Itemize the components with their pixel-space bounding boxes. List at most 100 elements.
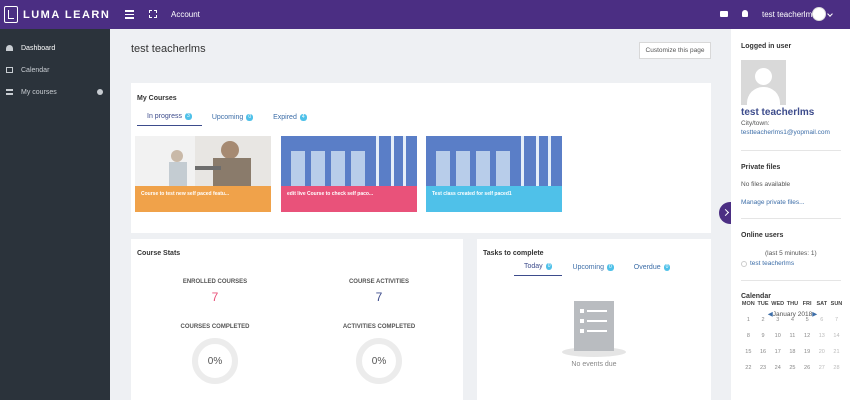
- fullscreen-icon[interactable]: [149, 10, 157, 18]
- calendar-day[interactable]: 24: [770, 365, 785, 371]
- calendar-day[interactable]: 13: [814, 333, 829, 339]
- calendar-day[interactable]: 20: [814, 349, 829, 355]
- online-users-title: Online users: [741, 232, 784, 239]
- calendar-day[interactable]: 17: [770, 349, 785, 355]
- enrolled-courses-label: ENROLLED COURSES: [182, 279, 248, 285]
- expand-arrow-icon[interactable]: [97, 89, 103, 95]
- calendar-day[interactable]: 21: [829, 349, 844, 355]
- course-card[interactable]: Course to test new self paced featu...: [135, 136, 271, 212]
- count-badge: 4: [299, 113, 307, 121]
- calendar-day[interactable]: 4: [785, 317, 800, 323]
- my-courses-title: My Courses: [137, 95, 177, 102]
- tab-expired[interactable]: Expired 4: [263, 113, 317, 126]
- tab-label: Upcoming: [572, 263, 604, 271]
- activities-completed-label: ACTIVITIES COMPLETED: [342, 324, 416, 330]
- sidebar-item-my-courses[interactable]: My courses: [0, 81, 110, 103]
- tab-today[interactable]: Today 0: [514, 263, 563, 276]
- calendar-day[interactable]: 11: [785, 333, 800, 339]
- user-status-icon: [741, 261, 747, 267]
- customize-page-button[interactable]: Customize this page: [639, 42, 711, 59]
- calendar-day[interactable]: 27: [814, 365, 829, 371]
- tab-label: In progress: [147, 113, 183, 120]
- calendar-day[interactable]: 22: [741, 365, 756, 371]
- course-activities-value: 7: [375, 290, 383, 304]
- tab-label: Today: [524, 263, 543, 270]
- sidebar-item-calendar[interactable]: Calendar: [0, 59, 110, 81]
- calendar-day[interactable]: 5: [800, 317, 815, 323]
- course-caption: Test class created for self paced1: [426, 186, 562, 212]
- course-image: [135, 136, 271, 186]
- account-menu-link[interactable]: Account: [171, 10, 200, 19]
- weekday-label: WED: [771, 301, 785, 307]
- calendar-day[interactable]: 1: [741, 317, 756, 323]
- calendar-icon: [6, 67, 13, 73]
- no-files-text: No files available: [741, 181, 791, 188]
- sidebar-item-label: Calendar: [21, 66, 50, 74]
- course-image: [281, 136, 417, 186]
- profile-user-name[interactable]: test teacherlms: [741, 107, 814, 118]
- logged-in-user-title: Logged in user: [741, 43, 792, 50]
- drawer-toggle-button[interactable]: [719, 202, 731, 224]
- chevron-down-icon[interactable]: [827, 11, 833, 17]
- calendar-day[interactable]: 25: [785, 365, 800, 371]
- calendar-day[interactable]: 3: [770, 317, 785, 323]
- calendar-day[interactable]: 9: [756, 333, 771, 339]
- my-courses-tabs: In progress 3 Upcoming 0 Expired 4: [137, 113, 317, 126]
- calendar-weekday-row: MON TUE WED THU FRI SAT SUN: [741, 296, 844, 312]
- course-card[interactable]: edit live Course to check self paco...: [281, 136, 417, 212]
- count-badge: 0: [606, 263, 614, 271]
- courses-completed-ring: 0%: [192, 338, 238, 384]
- tasks-title: Tasks to complete: [483, 250, 544, 257]
- course-caption: Course to test new self paced featu...: [135, 186, 271, 212]
- activities-completed-ring: 0%: [356, 338, 402, 384]
- notifications-bell-icon[interactable]: [742, 10, 748, 17]
- calendar-day[interactable]: 26: [800, 365, 815, 371]
- weekday-label: MON: [741, 301, 755, 307]
- calendar-day[interactable]: 12: [800, 333, 815, 339]
- tab-label: Expired: [273, 113, 297, 121]
- hamburger-menu-icon[interactable]: [125, 10, 134, 19]
- tab-overdue[interactable]: Overdue 0: [624, 263, 681, 276]
- tab-in-progress[interactable]: In progress 3: [137, 113, 202, 126]
- calendar-day[interactable]: 15: [741, 349, 756, 355]
- course-card[interactable]: Test class created for self paced1: [426, 136, 562, 212]
- manage-private-files-link[interactable]: Manage private files...: [741, 199, 805, 206]
- courses-completed-value: 0%: [207, 355, 223, 367]
- calendar-week-row: 15 16 17 18 19 20 21: [741, 344, 844, 360]
- divider: [741, 218, 841, 219]
- course-caption: edit live Course to check self paco...: [281, 186, 417, 212]
- calendar-day[interactable]: 8: [741, 333, 756, 339]
- calendar-day[interactable]: 10: [770, 333, 785, 339]
- calendar-day[interactable]: 28: [829, 365, 844, 371]
- tab-upcoming[interactable]: Upcoming 0: [202, 113, 263, 126]
- messages-icon[interactable]: [720, 11, 728, 17]
- calendar-day[interactable]: 23: [756, 365, 771, 371]
- site-logo[interactable]: LUMA LEARN: [4, 6, 110, 23]
- user-menu-name[interactable]: test teacherlms: [762, 10, 816, 19]
- tab-upcoming[interactable]: Upcoming 0: [562, 263, 623, 276]
- calendar-day[interactable]: 14: [829, 333, 844, 339]
- calendar-day[interactable]: 16: [756, 349, 771, 355]
- user-avatar[interactable]: [812, 7, 826, 21]
- calendar-day[interactable]: 6: [814, 317, 829, 323]
- empty-tasks-icon: [562, 301, 626, 357]
- profile-avatar[interactable]: [741, 60, 786, 105]
- calendar-day[interactable]: 18: [785, 349, 800, 355]
- course-stats-title: Course Stats: [137, 250, 181, 257]
- divider: [741, 280, 841, 281]
- sidebar-item-dashboard[interactable]: Dashboard: [0, 37, 110, 59]
- calendar-day[interactable]: 2: [756, 317, 771, 323]
- user-email-link[interactable]: testteacherlms1@yopmail.com: [741, 129, 830, 136]
- calendar-day[interactable]: 7: [829, 317, 844, 323]
- calendar-day[interactable]: 19: [800, 349, 815, 355]
- left-sidebar: Dashboard Calendar My courses: [0, 29, 110, 400]
- tab-label: Upcoming: [211, 113, 244, 121]
- my-courses-card: My Courses In progress 3 Upcoming 0 Expi…: [131, 83, 711, 233]
- count-badge: 3: [185, 113, 192, 120]
- online-user-link[interactable]: test teacherlms: [750, 260, 794, 267]
- calendar-week-row: 8 9 10 11 12 13 14: [741, 328, 844, 344]
- city-label: City/town:: [741, 120, 770, 127]
- dashboard-icon: [6, 45, 13, 51]
- weekday-label: SUN: [830, 301, 843, 307]
- count-badge: 0: [663, 263, 671, 271]
